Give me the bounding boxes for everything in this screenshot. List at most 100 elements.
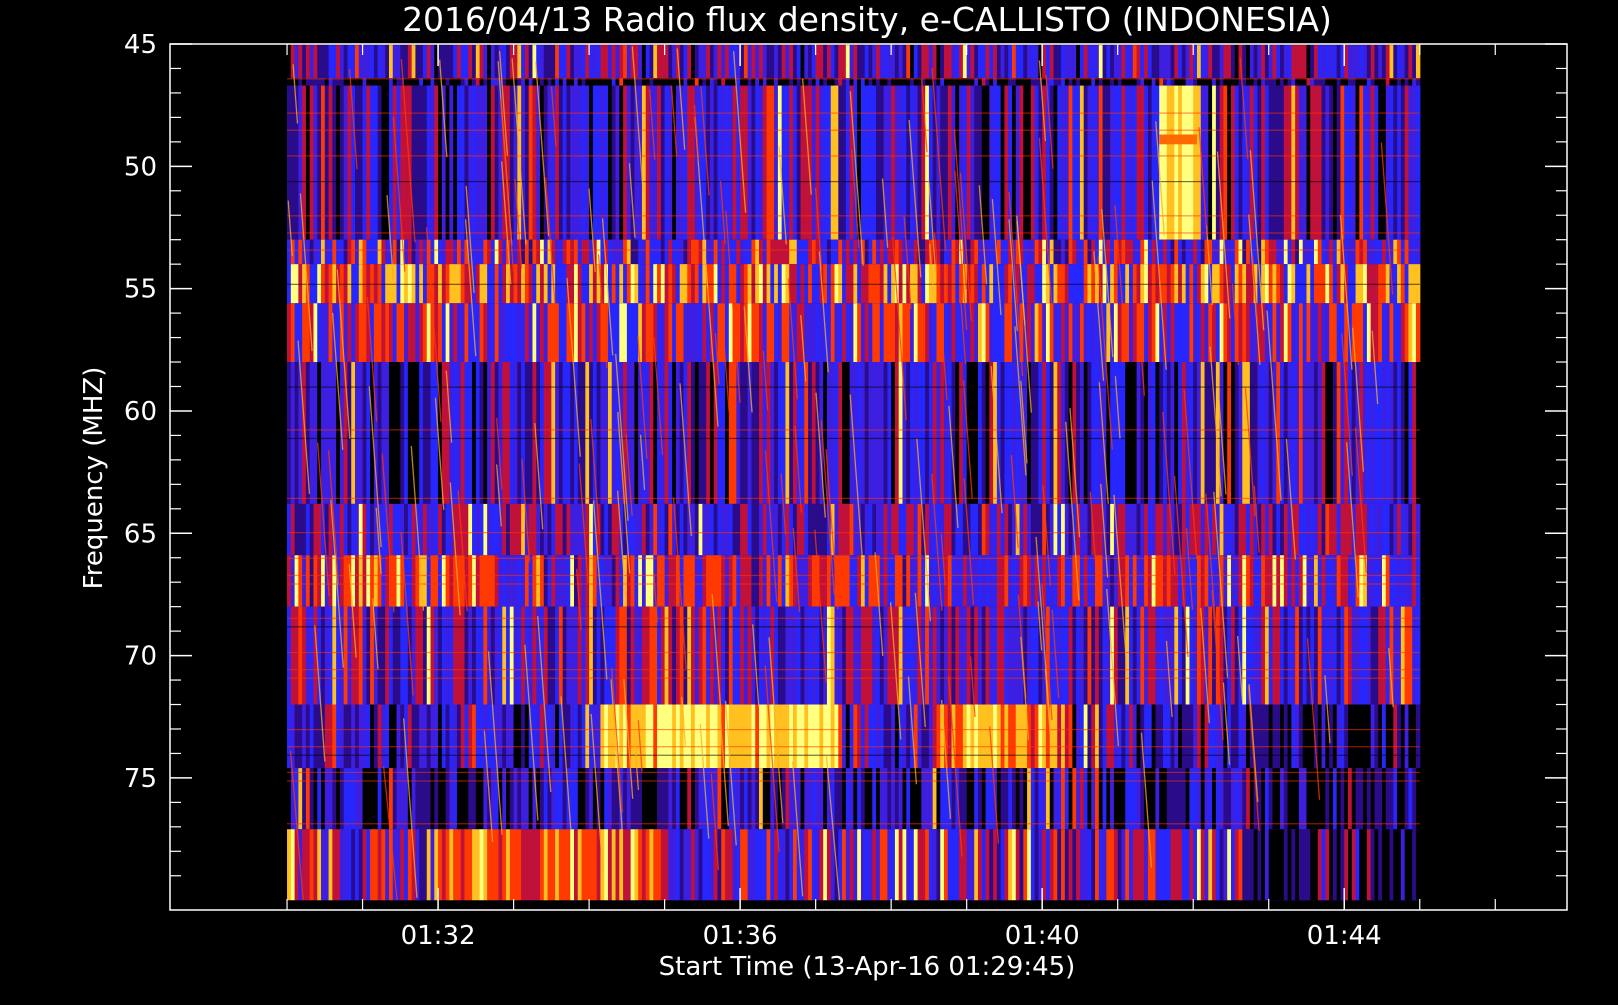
heatmap-cell bbox=[792, 44, 798, 79]
heatmap-cell bbox=[551, 44, 556, 79]
heatmap-cell bbox=[1298, 606, 1304, 705]
heatmap-cell bbox=[1083, 85, 1089, 240]
heatmap-cell bbox=[328, 85, 333, 240]
heatmap-cell bbox=[977, 503, 983, 556]
heatmap-cell bbox=[1412, 555, 1417, 607]
heatmap-cell bbox=[811, 768, 817, 830]
heatmap-cell bbox=[1196, 362, 1202, 504]
heatmap-cell bbox=[747, 555, 753, 607]
heatmap-cell bbox=[1095, 503, 1100, 556]
heatmap-cell bbox=[309, 704, 315, 769]
heatmap-cell bbox=[1019, 44, 1024, 79]
heatmap-cell bbox=[1351, 829, 1357, 901]
heatmap-cell bbox=[313, 362, 318, 504]
heatmap-cell bbox=[709, 362, 715, 504]
heatmap-cell bbox=[453, 704, 458, 769]
heatmap-cell bbox=[619, 704, 624, 769]
heatmap-cell bbox=[475, 362, 481, 504]
heatmap-cell bbox=[815, 303, 821, 363]
heatmap-cell bbox=[419, 503, 424, 556]
heatmap-cell bbox=[626, 239, 632, 265]
heatmap-cell bbox=[1095, 768, 1100, 830]
heatmap-cell bbox=[747, 239, 753, 265]
heatmap-cell bbox=[891, 704, 896, 769]
heatmap-cell bbox=[634, 44, 639, 79]
heatmap-cell bbox=[1385, 768, 1391, 830]
heatmap-cell bbox=[411, 44, 417, 79]
heatmap-cell bbox=[860, 829, 866, 901]
heatmap-cell bbox=[509, 85, 515, 240]
heatmap-cell bbox=[1034, 606, 1040, 705]
heatmap-cell bbox=[1363, 704, 1368, 769]
heatmap-cell bbox=[400, 303, 405, 363]
heatmap-cell bbox=[664, 829, 669, 901]
heatmap-cell bbox=[653, 704, 658, 769]
heatmap-cell bbox=[1106, 44, 1111, 79]
heatmap-cell bbox=[324, 768, 330, 830]
heatmap-cell bbox=[1400, 503, 1406, 556]
heatmap-cell bbox=[1234, 239, 1240, 265]
heatmap-cell bbox=[407, 555, 413, 607]
heatmap-cell bbox=[1200, 704, 1206, 769]
heatmap-cell bbox=[1083, 44, 1089, 79]
heatmap-cell bbox=[717, 555, 722, 607]
heatmap-cell bbox=[366, 239, 371, 265]
heatmap-cell bbox=[743, 239, 749, 265]
heatmap-cell bbox=[1344, 704, 1349, 769]
heatmap-cell bbox=[521, 606, 526, 705]
heatmap-cell bbox=[1208, 606, 1213, 705]
heatmap-cell bbox=[792, 829, 798, 901]
heatmap-cell bbox=[441, 85, 447, 240]
heatmap-cell bbox=[1264, 555, 1270, 607]
heatmap-cell bbox=[494, 606, 500, 705]
heatmap-cell bbox=[302, 768, 307, 830]
heatmap-cell bbox=[1370, 362, 1376, 504]
heatmap-cell bbox=[294, 555, 299, 607]
heatmap-cell bbox=[370, 303, 375, 363]
heatmap-cell bbox=[792, 606, 798, 705]
heatmap-cell bbox=[509, 704, 515, 769]
heatmap-cell bbox=[521, 303, 526, 363]
heatmap-cell bbox=[1053, 239, 1058, 265]
heatmap-cell bbox=[521, 768, 526, 830]
heatmap-cell bbox=[1340, 704, 1345, 769]
heatmap-cell bbox=[868, 44, 873, 79]
heatmap-cell bbox=[1053, 362, 1058, 504]
heatmap-cell bbox=[1238, 303, 1243, 363]
heatmap-cell bbox=[906, 44, 911, 79]
heatmap-cell bbox=[1408, 239, 1413, 265]
heatmap-cell bbox=[819, 44, 824, 79]
heatmap-cell bbox=[551, 768, 556, 830]
heatmap-cell bbox=[1329, 239, 1334, 265]
frequency-band bbox=[287, 303, 1421, 363]
heatmap-cell bbox=[1381, 829, 1387, 901]
heatmap-cell bbox=[419, 303, 424, 363]
heatmap-cell bbox=[1193, 768, 1198, 830]
y-tick-label: 75 bbox=[124, 764, 157, 794]
heatmap-cell bbox=[740, 362, 745, 504]
heatmap-cell bbox=[1393, 85, 1398, 240]
heatmap-cell bbox=[1113, 555, 1119, 607]
heatmap-cell bbox=[1378, 829, 1383, 901]
heatmap-cell bbox=[562, 829, 568, 901]
heatmap-cell bbox=[570, 85, 575, 240]
heatmap-cell bbox=[1234, 704, 1240, 769]
heatmap-cell bbox=[449, 303, 454, 363]
heatmap-cell bbox=[1344, 606, 1349, 705]
heatmap-cell bbox=[898, 85, 904, 240]
heatmap-cell bbox=[1042, 768, 1047, 830]
heatmap-cell bbox=[1087, 303, 1092, 363]
heatmap-cell bbox=[1000, 704, 1006, 769]
heatmap-cell bbox=[698, 303, 703, 363]
heatmap-cell bbox=[1178, 85, 1183, 240]
heatmap-cell bbox=[985, 503, 990, 556]
heatmap-cell bbox=[1317, 704, 1323, 769]
heatmap-cell bbox=[698, 555, 703, 607]
heatmap-cell bbox=[826, 606, 832, 705]
heatmap-cell bbox=[1174, 829, 1179, 901]
heatmap-cell bbox=[849, 503, 854, 556]
heatmap-cell bbox=[1340, 606, 1345, 705]
heatmap-cell bbox=[1030, 768, 1036, 830]
heatmap-cell bbox=[1159, 503, 1164, 556]
heatmap-cell bbox=[1359, 704, 1364, 769]
